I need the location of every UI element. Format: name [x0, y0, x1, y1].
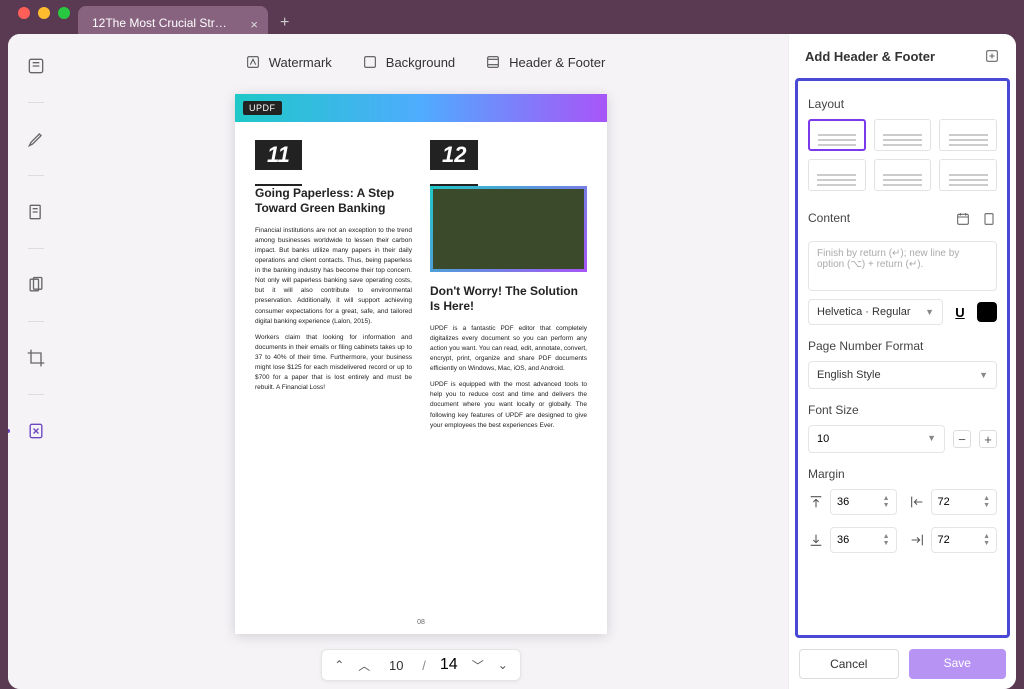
chevron-down-icon: ▼: [927, 433, 936, 445]
prev-page-icon[interactable]: ︿: [358, 657, 370, 674]
page-header-bar: UPDF: [235, 94, 607, 122]
font-size-select[interactable]: 10 ▼: [808, 425, 945, 453]
margin-bottom-icon: [808, 532, 824, 548]
page-number-format-label: Page Number Format: [808, 339, 997, 353]
separator: [28, 394, 44, 395]
header-footer-label: Header & Footer: [509, 55, 605, 70]
font-size-label: Font Size: [808, 403, 997, 417]
first-page-icon[interactable]: ⌃: [334, 658, 344, 672]
document-page: UPDF 11 Going Paperless: A Step Toward G…: [235, 94, 607, 634]
margin-right-input[interactable]: 72▲▼: [931, 527, 998, 553]
add-tab-button[interactable]: +: [280, 14, 289, 32]
reader-tool-icon[interactable]: [24, 54, 48, 78]
column-right: 12 Don't Worry! The Solution Is Here! UP…: [430, 140, 587, 437]
close-tab-icon[interactable]: ×: [250, 17, 258, 32]
margin-left-input[interactable]: 72▲▼: [931, 489, 998, 515]
layout-option-1[interactable]: [808, 119, 866, 151]
separator: [28, 321, 44, 322]
font-color-swatch[interactable]: [977, 302, 997, 322]
article-image: [430, 186, 587, 272]
layout-section-label: Layout: [808, 97, 997, 111]
cancel-button[interactable]: Cancel: [799, 649, 899, 679]
maximize-window[interactable]: [58, 7, 70, 19]
layout-option-6[interactable]: [939, 159, 997, 191]
layout-option-2[interactable]: [874, 119, 932, 151]
col2-paragraph-2: UPDF is equipped with the most advanced …: [430, 380, 587, 430]
background-label: Background: [386, 55, 455, 70]
content-section-label: Content: [808, 211, 850, 225]
col1-heading: Going Paperless: A Step Toward Green Ban…: [255, 186, 412, 216]
layout-option-5[interactable]: [874, 159, 932, 191]
brand-badge: UPDF: [243, 101, 282, 115]
panel-title: Add Header & Footer: [805, 49, 935, 64]
watermark-label: Watermark: [269, 55, 332, 70]
margin-right-icon: [909, 532, 925, 548]
left-sidebar: [8, 34, 64, 689]
font-size-decrease[interactable]: −: [953, 430, 971, 448]
page-tools-icon[interactable]: [24, 419, 48, 443]
chevron-down-icon: ▼: [925, 307, 934, 317]
last-page-icon[interactable]: ⌄: [498, 658, 508, 672]
page-number-format-value: English Style: [817, 369, 881, 381]
total-pages: 14: [440, 656, 458, 674]
separator: [28, 175, 44, 176]
separator: [28, 102, 44, 103]
save-button[interactable]: Save: [909, 649, 1007, 679]
layout-options: [808, 119, 997, 191]
col2-paragraph-1: UPDF is a fantastic PDF editor that comp…: [430, 324, 587, 374]
document-canvas: UPDF 11 Going Paperless: A Step Toward G…: [64, 94, 778, 641]
section-number-12: 12: [430, 140, 478, 170]
underline-toggle[interactable]: U: [949, 301, 971, 323]
margin-label: Margin: [808, 467, 997, 481]
window-traffic-lights[interactable]: [18, 7, 70, 19]
layout-option-3[interactable]: [939, 119, 997, 151]
close-window[interactable]: [18, 7, 30, 19]
background-icon: [362, 54, 378, 70]
col1-paragraph-2: Workers claim that looking for informati…: [255, 333, 412, 393]
section-number-11: 11: [255, 140, 302, 170]
edit-text-tool-icon[interactable]: [24, 200, 48, 224]
col2-heading: Don't Worry! The Solution Is Here!: [430, 284, 587, 314]
font-size-value: 10: [817, 433, 829, 445]
font-family-value: Helvetica · Regular: [817, 306, 911, 318]
margin-bottom-input[interactable]: 36▲▼: [830, 527, 897, 553]
header-footer-panel: Add Header & Footer Layout Content Fini: [788, 34, 1016, 689]
chevron-down-icon: ▼: [979, 370, 988, 380]
watermark-icon: [245, 54, 261, 70]
page-footer-number: 08: [417, 619, 425, 626]
font-size-increase[interactable]: +: [979, 430, 997, 448]
page-number-format-select[interactable]: English Style ▼: [808, 361, 997, 389]
font-family-select[interactable]: Helvetica · Regular ▼: [808, 299, 943, 325]
highlighter-tool-icon[interactable]: [24, 127, 48, 151]
header-footer-tab[interactable]: Header & Footer: [485, 54, 605, 70]
layout-option-4[interactable]: [808, 159, 866, 191]
col1-paragraph-1: Financial institutions are not an except…: [255, 226, 412, 327]
margin-left-icon: [909, 494, 925, 510]
column-left: 11 Going Paperless: A Step Toward Green …: [255, 140, 412, 437]
crop-tool-icon[interactable]: [24, 346, 48, 370]
separator: [28, 248, 44, 249]
top-toolbar: Watermark Background Header & Footer: [64, 44, 786, 80]
minimize-window[interactable]: [38, 7, 50, 19]
margin-top-icon: [808, 494, 824, 510]
organize-pages-tool-icon[interactable]: [24, 273, 48, 297]
watermark-tab[interactable]: Watermark: [245, 54, 332, 70]
insert-date-icon[interactable]: [955, 211, 971, 227]
background-tab[interactable]: Background: [362, 54, 455, 70]
current-page-input[interactable]: [384, 658, 408, 673]
header-footer-icon: [485, 54, 501, 70]
next-page-icon[interactable]: ﹀: [472, 657, 484, 674]
tab-title: 12The Most Crucial Strate...: [92, 16, 241, 30]
insert-page-icon[interactable]: [981, 211, 997, 227]
apply-icon[interactable]: [984, 48, 1000, 64]
page-navigator: ⌃ ︿ / 14 ﹀ ⌄: [64, 649, 778, 681]
page-separator: /: [422, 658, 426, 673]
margin-top-input[interactable]: 36▲▼: [830, 489, 897, 515]
content-textarea[interactable]: Finish by return (↵); new line by option…: [808, 241, 997, 291]
